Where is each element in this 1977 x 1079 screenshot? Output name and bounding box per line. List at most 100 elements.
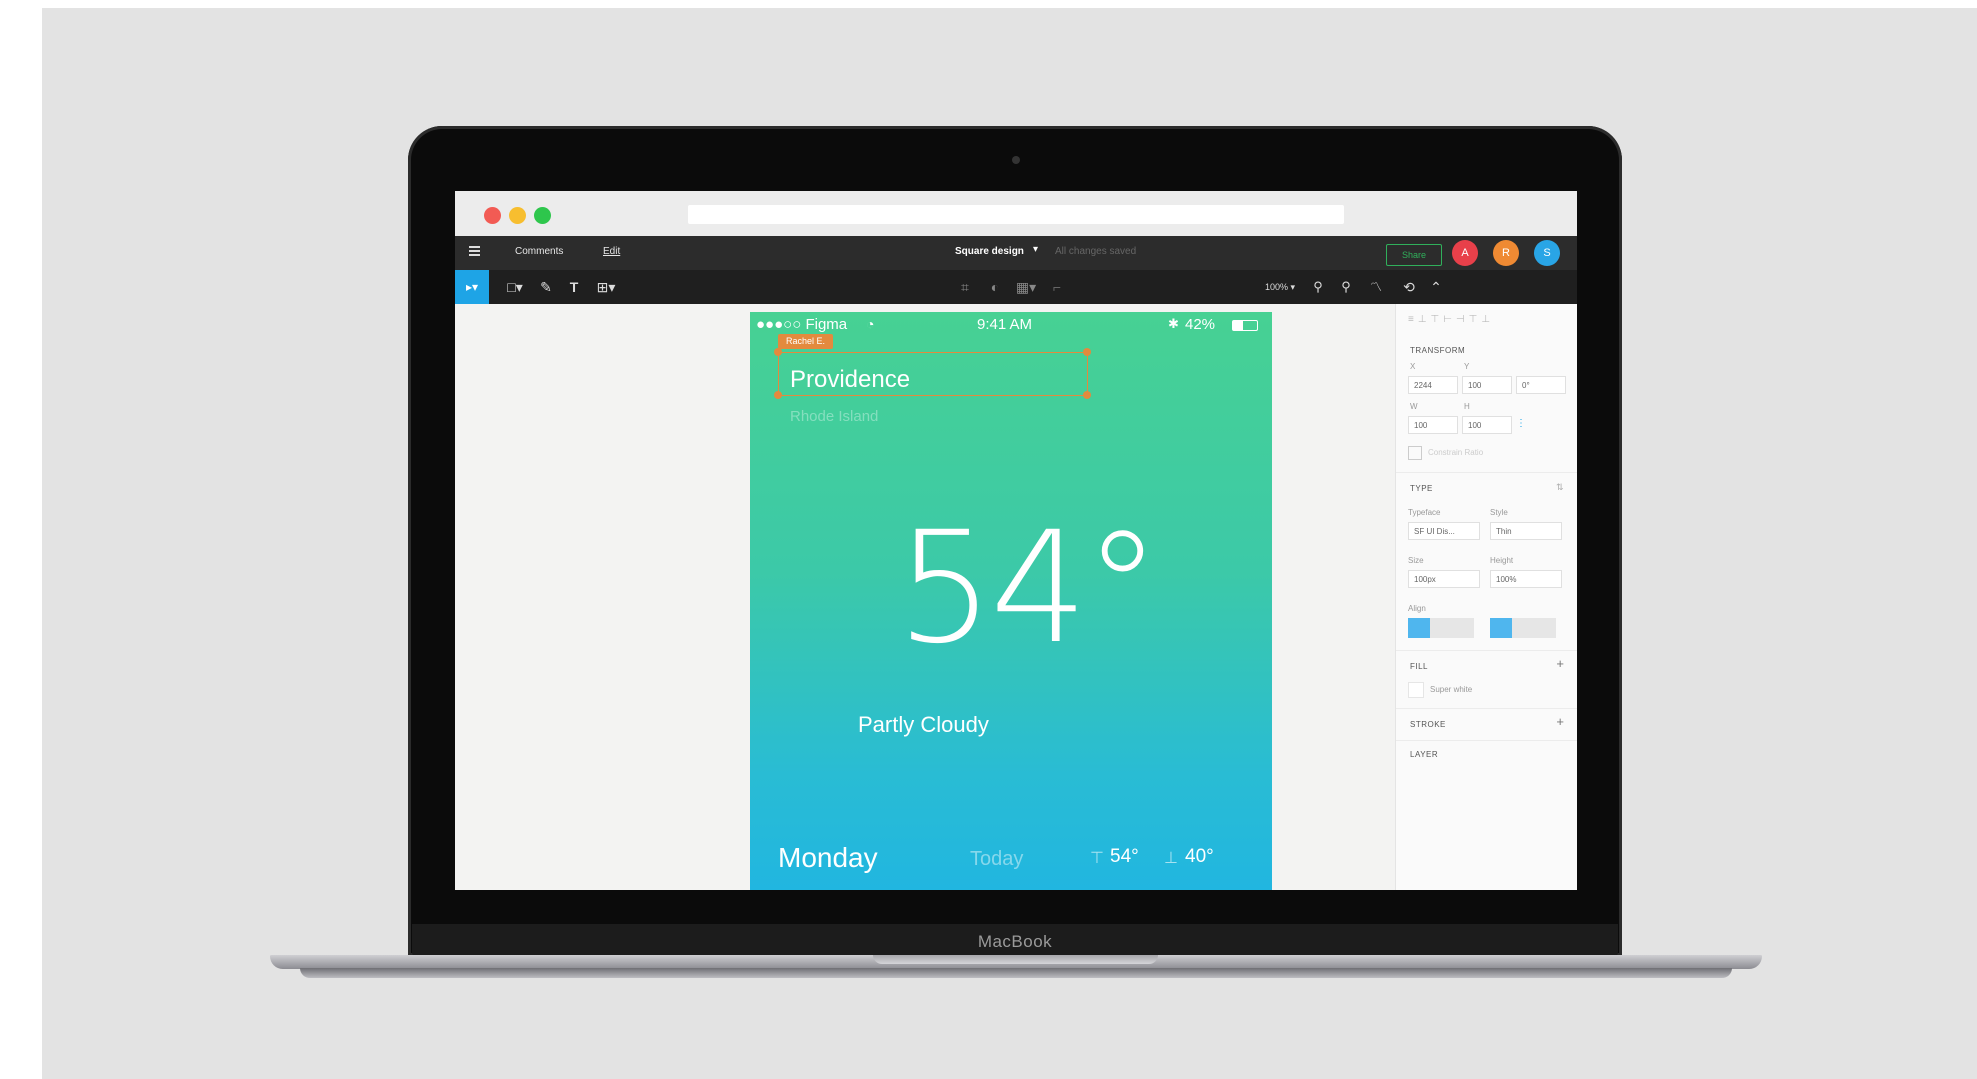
fill-style-name[interactable]: Super white [1430,685,1472,694]
prototype-icon[interactable]: 〽 [1365,270,1387,304]
layers-icon[interactable]: ▦▾ [1011,270,1041,304]
high-temp[interactable]: 54° [1110,846,1139,868]
type-settings-icon[interactable]: ⇅ [1556,482,1564,493]
wifi-icon: ◔ [866,316,875,332]
avatar[interactable]: A [1452,240,1478,266]
state-name[interactable]: Rhode Island [790,408,878,425]
high-temp-icon: ⊤ [1090,850,1104,867]
address-bar[interactable] [688,205,1344,224]
menu-edit[interactable]: Edit [603,246,620,257]
close-window-button[interactable] [484,207,501,224]
weather-artboard[interactable]: ●●●○○ Figma ◔ 9:41 AM ✱ 42% Rachel E. Pr… [750,312,1272,890]
size-field[interactable]: 100px [1408,570,1480,588]
chevron-down-icon[interactable]: ▾ [1033,244,1038,255]
collaborator-tag: Rachel E. [778,334,834,349]
layer-heading: LAYER [1410,750,1439,759]
collapse-icon[interactable]: ⌃ [1425,270,1447,304]
crop-icon[interactable]: ⌐ [1045,270,1069,304]
x-field[interactable]: 2244 [1408,376,1458,394]
divider [1396,650,1577,651]
properties-panel: ≡⊥⊤⊢⊣⊤⊥ TRANSFORM X Y 2244 100 0° W H 10… [1395,304,1577,890]
frame-tool-icon[interactable]: □▾ [501,270,529,304]
height-field[interactable]: 100 [1462,416,1512,434]
h-label: H [1464,402,1470,411]
zoom-level[interactable]: 100% ▾ [1259,270,1301,304]
status-time: 9:41 AM [977,316,1033,333]
constrain-checkbox[interactable] [1408,446,1422,460]
mask-icon[interactable]: ◐ [983,270,1007,304]
style-label: Style [1490,508,1508,517]
line-height-label: Height [1490,556,1514,565]
divider [1396,740,1577,741]
avatar[interactable]: S [1534,240,1560,266]
resize-handle[interactable] [774,391,782,399]
minimize-window-button[interactable] [509,207,526,224]
bluetooth-icon: ✱ [1168,316,1179,331]
resize-handle[interactable] [774,348,782,356]
transform-heading: TRANSFORM [1410,346,1466,355]
align-middle-bottom-buttons[interactable] [1512,618,1556,638]
laptop-brand: MacBook [977,932,1053,951]
align-tools-icon[interactable]: ≡⊥⊤⊢⊣⊤⊥ [1408,314,1494,325]
lock-ratio-icon[interactable]: ⋮ [1516,418,1526,429]
avatar[interactable]: R [1493,240,1519,266]
style-select[interactable]: Thin [1490,522,1562,540]
boolean-icon[interactable]: ⌗ [953,270,977,304]
align-top-button[interactable] [1490,618,1512,638]
browser-toolbar [455,191,1577,236]
x-label: X [1410,362,1416,371]
divider [1396,472,1577,473]
weather-condition[interactable]: Partly Cloudy [858,712,989,738]
document-title[interactable]: Square design [955,246,1024,257]
city-name[interactable]: Providence [790,366,910,394]
today-label[interactable]: Today [970,848,1023,871]
battery-fill [1233,321,1243,330]
laptop-screen: Comments Edit Square design ▾ All change… [455,191,1577,890]
text-tool-icon[interactable]: T [563,270,585,304]
search-icon[interactable]: ⚲ [1307,270,1329,304]
move-tool-icon[interactable]: ▸▾ [455,270,489,304]
day-label[interactable]: Monday [778,842,878,874]
temperature[interactable]: 54° [896,512,1161,666]
typeface-select[interactable]: SF UI Dis... [1408,522,1480,540]
resize-handle[interactable] [1083,391,1091,399]
resize-handle[interactable] [1083,348,1091,356]
fill-heading: FILL [1410,662,1429,671]
fill-swatch[interactable] [1408,682,1424,698]
hamburger-menu-icon[interactable] [469,246,480,248]
align-center-right-buttons[interactable] [1430,618,1474,638]
typeface-label: Typeface [1408,508,1441,517]
line-height-field[interactable]: 100% [1490,570,1562,588]
figma-menu-bar: Comments Edit Square design ▾ All change… [455,236,1577,270]
zoom-value: 100% [1264,282,1288,292]
components-tool-icon[interactable]: ⊞▾ [589,270,623,304]
battery-icon [1232,320,1258,331]
pen-tool-icon[interactable]: ✎ [535,270,557,304]
stroke-heading: STROKE [1410,720,1446,729]
rotation-field[interactable]: 0° [1516,376,1566,394]
battery-percent: 42% [1185,316,1216,333]
size-label: Size [1408,556,1424,565]
w-label: W [1410,402,1418,411]
add-fill-icon[interactable]: + [1556,656,1564,671]
share-button[interactable]: Share [1386,244,1442,266]
save-status: All changes saved [1055,246,1137,257]
status-carrier: ●●●○○ Figma [756,316,848,333]
align-label: Align [1408,604,1426,613]
laptop-chin: MacBook [412,924,1618,958]
y-label: Y [1464,362,1470,371]
width-field[interactable]: 100 [1408,416,1458,434]
low-temp-icon: ⊥ [1164,850,1178,867]
zoom-icon[interactable]: ⚲ [1335,270,1357,304]
maximize-window-button[interactable] [534,207,551,224]
add-stroke-icon[interactable]: + [1556,714,1564,729]
y-field[interactable]: 100 [1462,376,1512,394]
camera-icon [1012,156,1020,164]
type-heading: TYPE [1410,484,1433,493]
history-icon[interactable]: ⟲ [1397,270,1421,304]
menu-comments[interactable]: Comments [515,246,563,257]
divider [1396,708,1577,709]
align-left-button[interactable] [1408,618,1430,638]
figma-toolbar: ▸▾ □▾ ✎ T ⊞▾ ⌗ ◐ ▦▾ ⌐ 100% ▾ ⚲ ⚲ 〽 ⟲ ⌃ [455,270,1577,304]
low-temp[interactable]: 40° [1185,846,1214,868]
